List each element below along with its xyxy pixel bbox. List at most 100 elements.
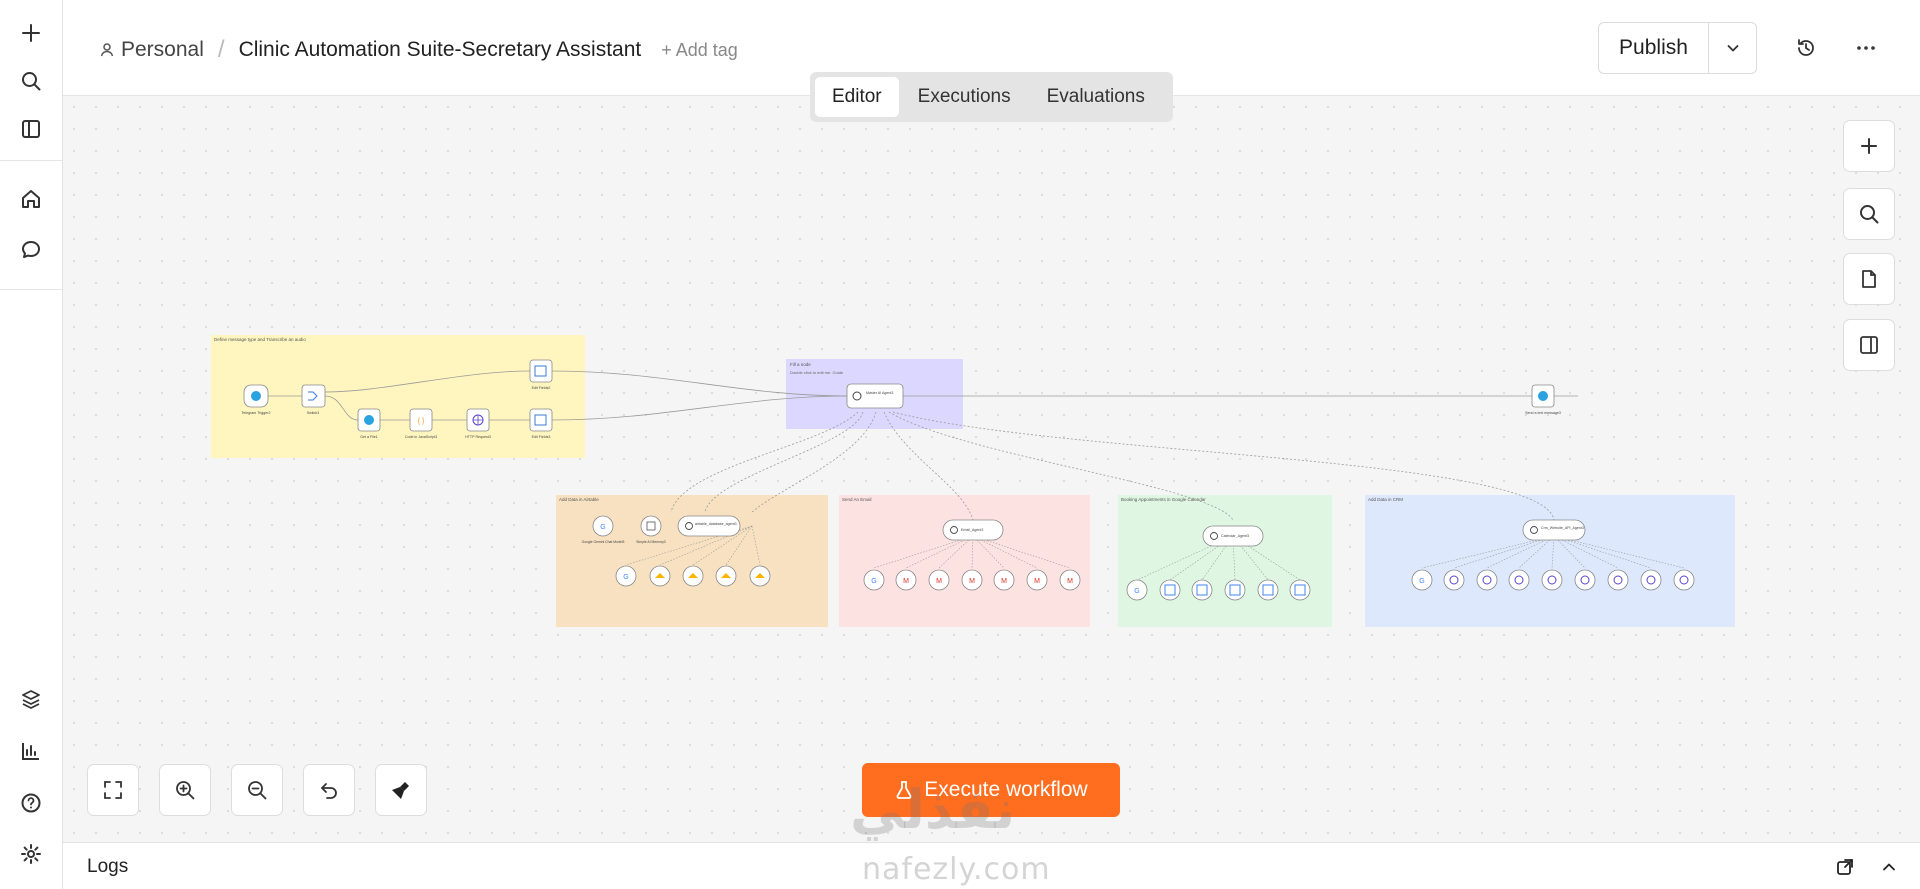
help-icon[interactable]: [16, 788, 46, 818]
svg-text:G: G: [600, 524, 605, 531]
undo-button[interactable]: [303, 764, 355, 816]
panel-icon[interactable]: [16, 114, 46, 144]
group-crm: [1365, 495, 1735, 627]
breadcrumb: Personal / Clinic Automation Suite-Secre…: [99, 36, 738, 64]
svg-text:HTTP Request3: HTTP Request3: [465, 435, 491, 439]
svg-text:Edit Fields2: Edit Fields2: [532, 386, 551, 390]
pop-out-icon[interactable]: [1834, 856, 1856, 878]
svg-text:M: M: [969, 578, 975, 585]
fullscreen-icon: [104, 781, 122, 799]
svg-text:Crm_Website_API_Agent3: Crm_Website_API_Agent3: [1541, 526, 1584, 530]
group-airtable: [556, 495, 828, 627]
publish-button-group: Publish: [1598, 22, 1757, 74]
more-options-icon[interactable]: [1852, 34, 1880, 62]
toggle-panel-button[interactable]: [1843, 319, 1895, 371]
search-icon[interactable]: [16, 66, 46, 96]
svg-text:M: M: [903, 578, 909, 585]
logs-label: Logs: [87, 856, 129, 877]
project-name[interactable]: Personal: [121, 38, 204, 62]
group-title: Add Data in CRM: [1368, 497, 1403, 502]
svg-text:M: M: [1001, 578, 1007, 585]
svg-text:Calendar_Agent3: Calendar_Agent3: [1221, 534, 1249, 538]
group-title: Define message type and Transcribe an au…: [214, 337, 306, 342]
group-title: Add Data in Airtable: [559, 497, 599, 502]
node-edit-fields-3[interactable]: Edit Fields3: [529, 408, 553, 439]
project-link[interactable]: Personal: [99, 38, 204, 62]
tab-editor[interactable]: Editor: [815, 77, 899, 117]
broom-icon: [392, 782, 409, 799]
workflow-canvas[interactable]: Define message type and Transcribe an au…: [63, 96, 1920, 841]
zoom-in-icon: [176, 781, 195, 800]
search-nodes-button[interactable]: [1843, 188, 1895, 240]
view-tabs: Editor Executions Evaluations: [810, 72, 1173, 122]
user-icon: [100, 43, 114, 57]
panel-icon: [1860, 336, 1878, 354]
node-get-file[interactable]: Get a File1: [357, 408, 381, 439]
node-http-request[interactable]: HTTP Request3: [465, 408, 491, 439]
node-send-message[interactable]: Send a text message3: [1525, 384, 1561, 415]
workflow-title[interactable]: Clinic Automation Suite-Secretary Assist…: [239, 38, 642, 62]
node-email-agent[interactable]: Email_Agent3: [942, 519, 1004, 541]
group-title: Booking Appointments in Google Calendar: [1121, 497, 1206, 502]
watermark-arabic: نفذلي: [850, 778, 1016, 841]
node-crm-agent[interactable]: Crm_Website_API_Agent3: [1522, 519, 1586, 541]
left-sidebar: [0, 0, 63, 889]
svg-text:G: G: [623, 574, 628, 581]
svg-text:Master AI Agent3: Master AI Agent3: [866, 391, 893, 395]
tidy-up-button[interactable]: [375, 764, 427, 816]
fit-view-button[interactable]: [87, 764, 139, 816]
node-edit-fields-2[interactable]: Edit Fields2: [529, 359, 553, 390]
svg-text:{ }: { }: [418, 418, 425, 425]
node-master-agent[interactable]: Master AI Agent3: [846, 383, 904, 409]
zoom-out-button[interactable]: [231, 764, 283, 816]
templates-icon[interactable]: [16, 685, 46, 715]
tab-executions[interactable]: Executions: [901, 77, 1028, 117]
chevron-down-icon: [1727, 45, 1738, 52]
sticky-note-icon: [1862, 270, 1876, 288]
breadcrumb-separator: /: [217, 36, 225, 63]
svg-text:Code in JavaScript3: Code in JavaScript3: [405, 435, 437, 439]
group-title: Send An Email: [842, 497, 872, 502]
watermark-url: nafezly.com: [862, 852, 1051, 887]
node-airtable-agent[interactable]: airtable_database_agent3: [677, 515, 741, 537]
publish-button[interactable]: Publish: [1599, 23, 1709, 73]
svg-text:Send a text message3: Send a text message3: [1525, 411, 1561, 415]
add-sticky-note-button[interactable]: [1843, 253, 1895, 305]
history-icon[interactable]: [1792, 34, 1820, 62]
svg-text:airtable_database_agent3: airtable_database_agent3: [695, 522, 737, 526]
svg-text:Edit Fields3: Edit Fields3: [532, 435, 551, 439]
add-tag-button[interactable]: + Add tag: [661, 40, 738, 61]
svg-text:Telegram Trigger2: Telegram Trigger2: [242, 411, 271, 415]
zoom-in-button[interactable]: [159, 764, 211, 816]
svg-text:Switch3: Switch3: [307, 411, 320, 415]
svg-text:M: M: [936, 578, 942, 585]
svg-text:G: G: [871, 578, 876, 585]
svg-text:M: M: [1067, 578, 1073, 585]
publish-dropdown-button[interactable]: [1709, 23, 1756, 73]
node-calendar-agent[interactable]: Calendar_Agent3: [1202, 525, 1264, 547]
chevron-up-icon[interactable]: [1878, 856, 1900, 878]
svg-text:Simple AI Memory3: Simple AI Memory3: [636, 540, 666, 544]
svg-text:G: G: [1134, 588, 1139, 595]
svg-text:Email_Agent3: Email_Agent3: [961, 528, 983, 532]
settings-icon[interactable]: [16, 839, 46, 869]
svg-text:Get a File1: Get a File1: [360, 435, 378, 439]
group-calendar: [1118, 495, 1332, 627]
svg-text:G: G: [1419, 578, 1424, 585]
plus-icon[interactable]: [16, 18, 46, 48]
tab-evaluations[interactable]: Evaluations: [1030, 77, 1162, 117]
workflow-diagram: Define message type and Transcribe an au…: [211, 335, 1735, 627]
node-telegram-trigger[interactable]: Telegram Trigger2: [242, 384, 271, 415]
insights-icon[interactable]: [16, 736, 46, 766]
plus-icon: [1861, 138, 1877, 154]
add-node-button[interactable]: [1843, 120, 1895, 172]
svg-text:M: M: [1034, 578, 1040, 585]
group-email: [839, 495, 1090, 627]
node-code[interactable]: { } Code in JavaScript3: [405, 408, 437, 439]
zoom-out-icon: [248, 781, 267, 800]
group-title: Fill a node: [790, 362, 811, 367]
chat-icon[interactable]: [16, 235, 46, 265]
search-icon: [1860, 205, 1879, 224]
home-icon[interactable]: [16, 184, 46, 214]
crm-tool-nodes[interactable]: G: [1411, 569, 1695, 591]
